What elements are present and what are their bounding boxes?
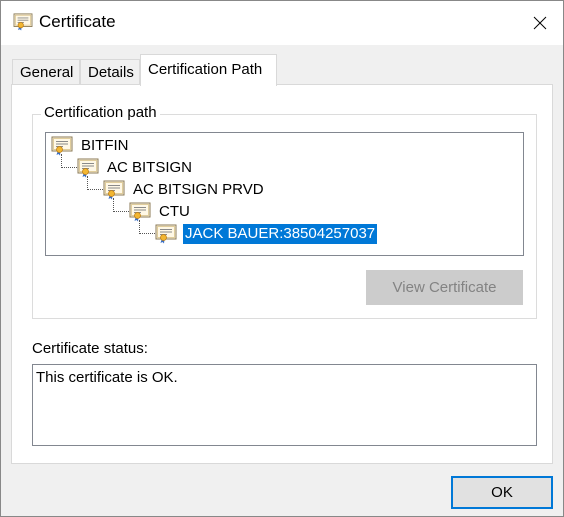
tab-details[interactable]: Details <box>80 59 140 85</box>
tree-item-label: AC BITSIGN PRVD <box>133 181 264 198</box>
title-bar: Certificate <box>1 1 563 45</box>
tree-item-ac-bitsign[interactable]: AC BITSIGN <box>77 157 194 179</box>
tab-strip: General Details Certification Path <box>1 45 563 86</box>
certificate-icon <box>77 158 99 178</box>
tree-item-bitfin[interactable]: BITFIN <box>51 135 131 157</box>
tree-item-label: AC BITSIGN <box>107 159 193 176</box>
tree-item-label: CTU <box>159 203 190 220</box>
close-icon <box>533 16 547 30</box>
certification-path-panel: Certification path BITFIN AC BITSIGN AC … <box>11 84 553 464</box>
ok-button[interactable]: OK <box>451 476 553 509</box>
tree-item-ac-bitsign-prvd[interactable]: AC BITSIGN PRVD <box>103 179 266 201</box>
certification-path-group: Certification path BITFIN AC BITSIGN AC … <box>32 104 537 319</box>
certificate-dialog: Certificate General Details Certificatio… <box>0 0 564 517</box>
tree-item-label: JACK BAUER:38504257037 <box>183 224 378 244</box>
tree-item-ctu[interactable]: CTU <box>129 201 192 223</box>
certificate-icon <box>12 13 34 31</box>
window-title: Certificate <box>39 12 116 31</box>
certificate-status-label: Certificate status: <box>32 340 148 357</box>
certificate-icon <box>129 202 151 222</box>
certificate-icon <box>155 224 177 244</box>
certificate-icon <box>103 180 125 200</box>
group-label: Certification path <box>41 104 160 121</box>
close-button[interactable] <box>517 1 563 45</box>
certification-path-tree[interactable]: BITFIN AC BITSIGN AC BITSIGN PRVD CTU JA… <box>45 132 524 256</box>
view-certificate-button[interactable]: View Certificate <box>366 270 523 305</box>
tree-item-jack-bauer[interactable]: JACK BAUER:38504257037 <box>155 223 378 245</box>
certificate-status-text[interactable]: This certificate is OK. <box>32 364 537 446</box>
tab-certification-path[interactable]: Certification Path <box>140 54 277 86</box>
tab-general[interactable]: General <box>12 59 80 85</box>
tree-item-label: BITFIN <box>81 137 129 154</box>
certificate-icon <box>51 136 73 156</box>
